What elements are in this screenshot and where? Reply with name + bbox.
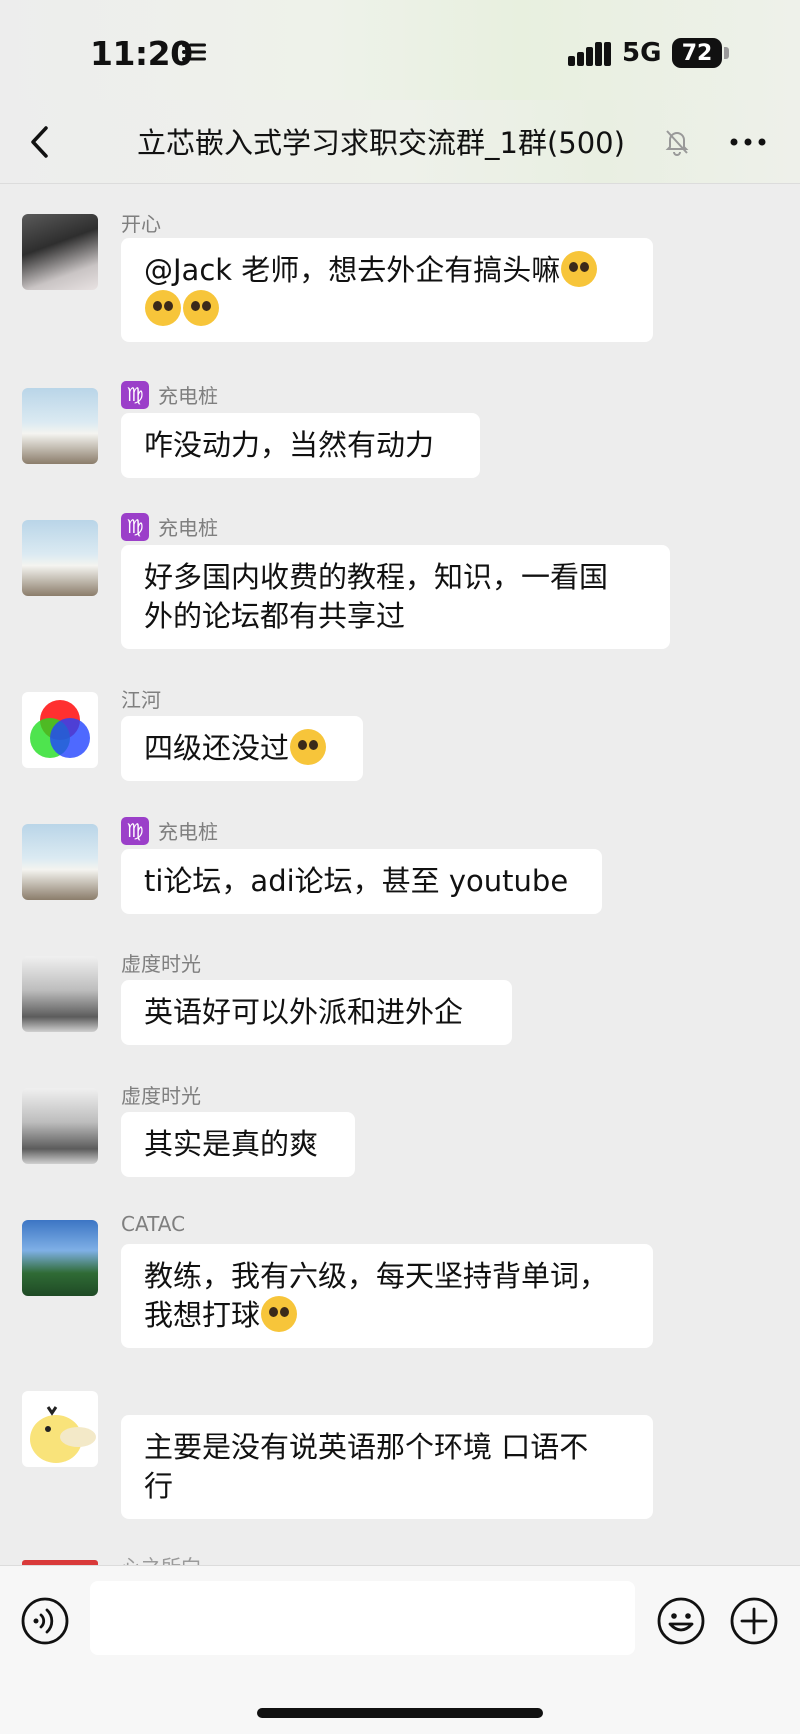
pleading-face-icon [561, 251, 598, 287]
message-text [144, 290, 630, 329]
pleading-face-icon [183, 290, 219, 326]
sender-name: ♍ 充电桩 [121, 512, 218, 541]
avatar[interactable] [22, 388, 98, 464]
input-bar [0, 1565, 800, 1734]
smiley-icon[interactable] [656, 1596, 706, 1646]
duck-icon [30, 1406, 96, 1463]
message-bubble[interactable]: 四级还没过 [121, 716, 363, 781]
message-input[interactable] [90, 1581, 635, 1655]
chat-title: 立芯嵌入式学习求职交流群_1群(500) [137, 126, 625, 160]
virgo-badge-icon: ♍ [121, 512, 149, 541]
network-type: 5G [622, 38, 662, 68]
avatar[interactable] [22, 1220, 98, 1296]
chevron-left-icon[interactable] [26, 122, 56, 162]
message-text: 行 [144, 1469, 174, 1503]
avatar[interactable] [22, 214, 98, 290]
sender-name: 虚度时光 [121, 1080, 201, 1109]
avatar[interactable] [22, 692, 98, 768]
message-bubble[interactable]: 咋没动力，当然有动力 [121, 413, 480, 478]
rgb-circles-icon [30, 700, 90, 758]
message-text: 咋没动力，当然有动力 [144, 428, 435, 462]
list-icon [182, 43, 206, 61]
sender-name-text: 虚度时光 [121, 952, 201, 976]
bell-off-icon [665, 130, 689, 156]
message-bubble[interactable]: 好多国内收费的教程，知识，一看国 外的论坛都有共享过 [121, 545, 670, 649]
sender-name-text: 江河 [121, 688, 161, 712]
message-text: @Jack 老师，想去外企有搞头嘛 [144, 251, 630, 290]
message-text: 我想打球 [144, 1296, 630, 1335]
home-indicator[interactable] [257, 1708, 543, 1718]
avatar[interactable] [22, 1391, 98, 1467]
avatar[interactable] [22, 520, 98, 596]
battery-level: 72 [681, 40, 713, 66]
sender-name: 心之所向 [121, 1551, 201, 1565]
signal-icon [568, 42, 611, 66]
message-text: 外的论坛都有共享过 [144, 599, 406, 633]
sender-name: ♍ 充电桩 [121, 816, 218, 845]
message-bubble[interactable]: @Jack 老师，想去外企有搞头嘛 [121, 238, 653, 342]
message-bubble[interactable]: 英语好可以外派和进外企 [121, 980, 512, 1045]
crying-laughing-face-icon [290, 729, 327, 765]
status-time: 11:20 [90, 34, 193, 73]
status-bar: 11:20 5G 72 [0, 0, 800, 100]
message-text: 四级还没过 [144, 729, 340, 768]
shushing-face-icon [261, 1296, 298, 1332]
message-bubble[interactable]: 教练，我有六级，每天坚持背单词， 我想打球 [121, 1244, 653, 1348]
voice-icon[interactable] [20, 1596, 70, 1646]
virgo-badge-icon: ♍ [121, 816, 149, 845]
battery-tip [724, 47, 729, 59]
sender-name: 开心 [121, 208, 161, 237]
sender-name-text: 充电桩 [158, 384, 218, 408]
sender-name: CATAC [121, 1212, 185, 1236]
sender-name-text: 虚度时光 [121, 1084, 201, 1108]
sender-name-text: 开心 [121, 212, 161, 236]
ellipsis-icon[interactable] [728, 128, 768, 156]
avatar[interactable] [22, 956, 98, 1032]
avatar[interactable] [22, 824, 98, 900]
message-text: 主要是没有说英语那个环境 口语不 [144, 1430, 589, 1464]
message-text: 其实是真的爽 [144, 1127, 319, 1161]
sender-name-text: 充电桩 [158, 820, 218, 844]
message-text: 好多国内收费的教程，知识，一看国 [144, 560, 609, 594]
avatar[interactable] [22, 1088, 98, 1164]
message-bubble[interactable]: 其实是真的爽 [121, 1112, 355, 1177]
sender-name-text: CATAC [121, 1212, 186, 1236]
message-text: 英语好可以外派和进外企 [144, 995, 464, 1029]
chat-header: 立芯嵌入式学习求职交流群_1群(500) [0, 100, 800, 184]
sender-name: 虚度时光 [121, 948, 201, 977]
virgo-badge-icon: ♍ [121, 380, 149, 409]
message-text: 教练，我有六级，每天坚持背单词， [144, 1259, 609, 1293]
message-text: ti论坛，adi论坛，甚至 youtube [144, 864, 569, 898]
pleading-face-icon [145, 290, 181, 326]
message-bubble[interactable]: 主要是没有说英语那个环境 口语不 行 [121, 1415, 653, 1519]
sender-name: ♍ 充电桩 [121, 380, 218, 409]
sender-name: 江河 [121, 684, 161, 713]
message-bubble[interactable]: ti论坛，adi论坛，甚至 youtube [121, 849, 602, 914]
sender-name-text: 充电桩 [158, 516, 218, 540]
plus-circle-icon[interactable] [729, 1596, 779, 1646]
battery-icon: 72 [672, 38, 722, 68]
